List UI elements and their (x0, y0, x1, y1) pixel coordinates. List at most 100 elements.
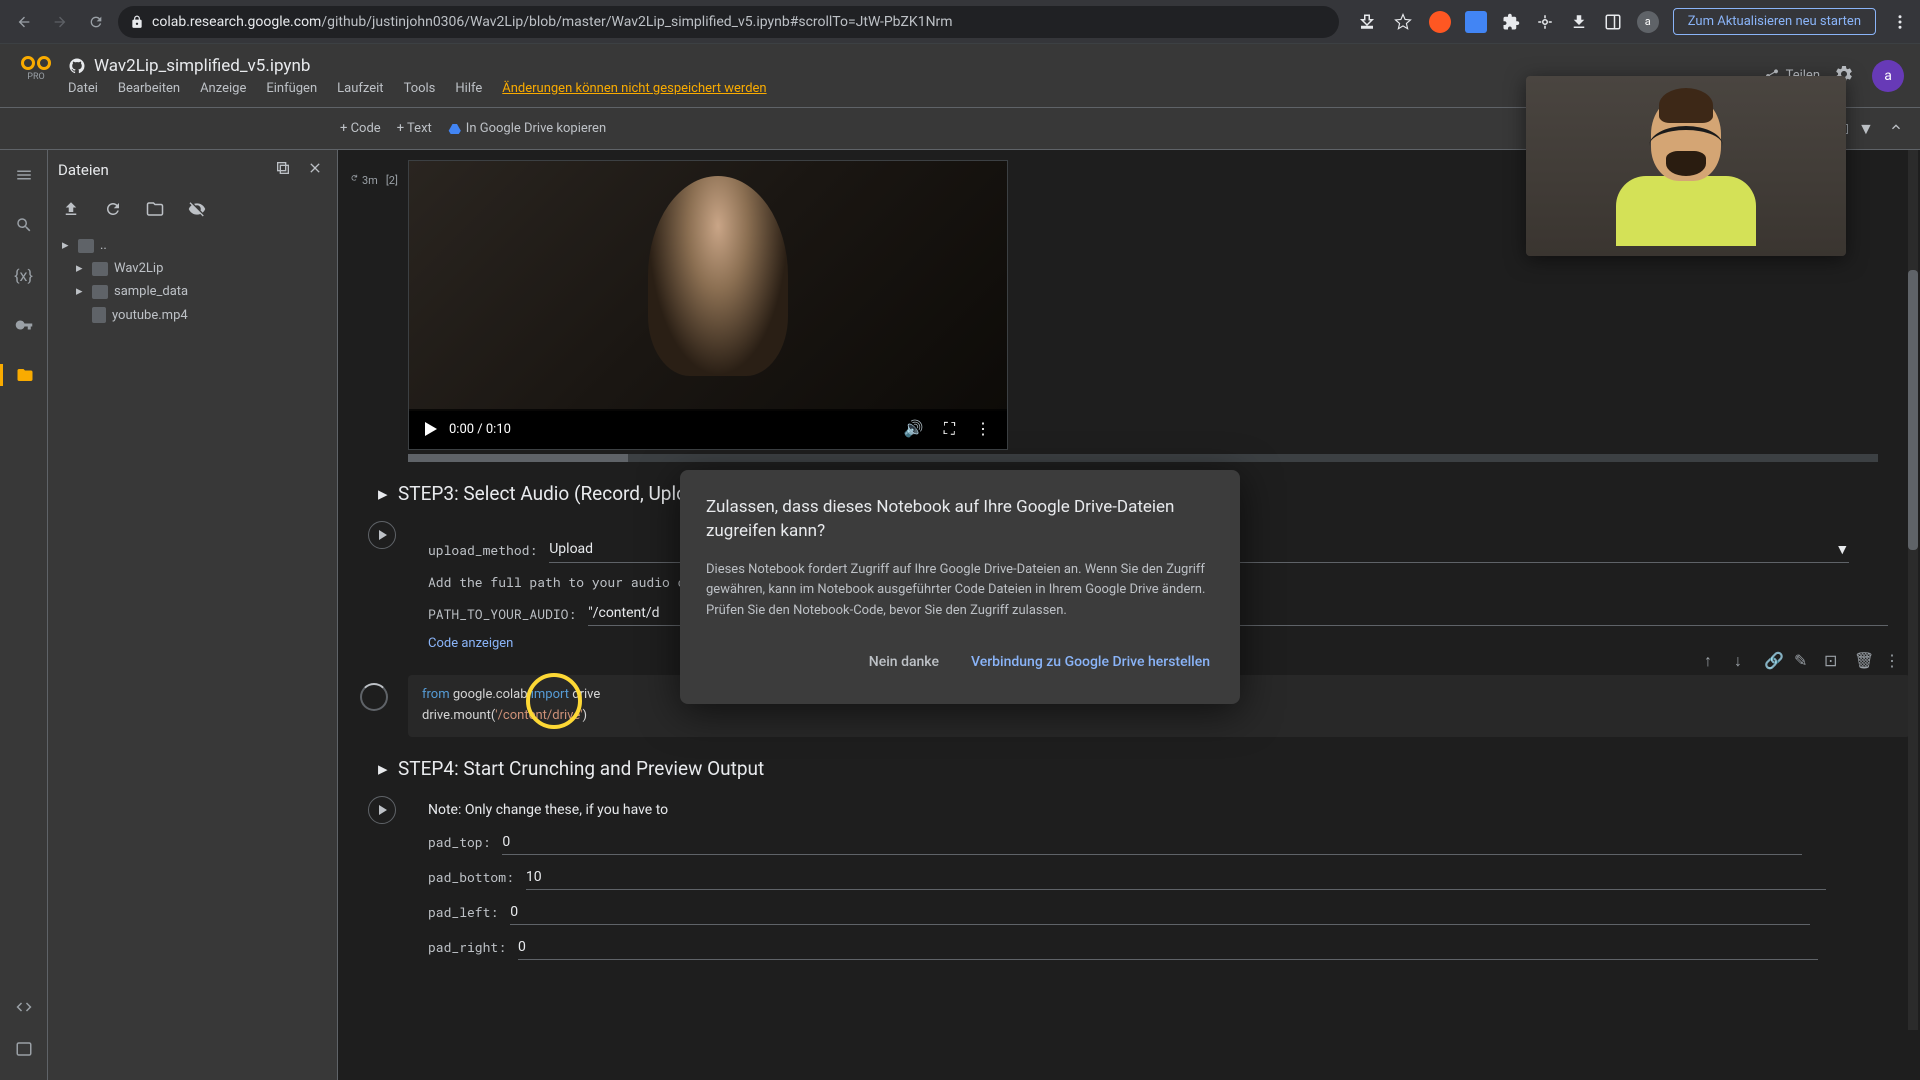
step4-form-cell: Note: Only change these, if you have to … (408, 792, 1910, 980)
profile-avatar[interactable]: a (1637, 11, 1659, 33)
tree-folder-wav2lip[interactable]: ▸Wav2Lip (58, 257, 327, 280)
pad-left-label: pad_left: (428, 903, 498, 921)
user-avatar[interactable]: a (1872, 60, 1904, 92)
step4-note: Note: Only change these, if you have to (428, 802, 1890, 818)
save-warning[interactable]: Änderungen können nicht gespeichert werd… (502, 81, 766, 96)
file-panel: Dateien ▸.. ▸Wav2Lip ▸sample_data youtub… (48, 150, 338, 1080)
url-domain: colab.research.google.com (152, 14, 321, 30)
run-button-step4[interactable] (368, 796, 396, 824)
runtime-menu[interactable]: ▼ (1858, 119, 1878, 139)
github-icon (68, 57, 86, 75)
terminal-icon[interactable] (13, 1038, 35, 1060)
modal-body: Dieses Notebook fordert Zugriff auf Ihre… (706, 560, 1214, 622)
upload-method-label: upload_method: (428, 541, 537, 559)
refresh-icon[interactable] (104, 200, 124, 220)
tree-folder-sample[interactable]: ▸sample_data (58, 280, 327, 303)
chrome-actions: a Zum Aktualisieren neu starten (1357, 8, 1910, 35)
pad-right-label: pad_right: (428, 938, 506, 956)
menu-einfugen[interactable]: Einfügen (266, 81, 317, 96)
modal-title: Zulassen, dass dieses Notebook auf Ihre … (706, 496, 1214, 544)
files-rail-icon[interactable] (0, 364, 47, 386)
browser-chrome: colab.research.google.com/github/justinj… (0, 0, 1920, 44)
edit-icon[interactable]: ✎ (1794, 651, 1810, 667)
file-tree: ▸.. ▸Wav2Lip ▸sample_data youtube.mp4 (58, 234, 327, 327)
drive-icon (448, 122, 462, 136)
upload-icon[interactable] (62, 200, 82, 220)
modal-allow-button[interactable]: Verbindung zu Google Drive herstellen (967, 646, 1214, 678)
move-up-icon[interactable]: ↑ (1704, 651, 1720, 667)
run-button-drive[interactable] (360, 683, 388, 711)
cell-toolbar: ↑ ↓ 🔗 ✎ ⊡ 🗑 ⋮ (1704, 651, 1900, 667)
add-text-button[interactable]: + Text (397, 121, 432, 136)
drive-permission-modal: Zulassen, dass dieses Notebook auf Ihre … (680, 470, 1240, 704)
extensions-icon[interactable] (1501, 12, 1521, 32)
volume-icon[interactable]: 🔊 (904, 419, 924, 439)
bookmark-icon[interactable] (1391, 10, 1415, 34)
extension-2-icon[interactable] (1465, 11, 1487, 33)
cell-horizontal-scroll[interactable] (408, 454, 1878, 462)
tree-root[interactable]: ▸.. (58, 234, 327, 257)
notebook-title[interactable]: Wav2Lip_simplified_v5.ipynb (94, 56, 310, 76)
pad-left-input[interactable]: 0 (510, 900, 1810, 925)
close-icon[interactable] (307, 160, 327, 180)
extension-1-icon[interactable] (1429, 11, 1451, 33)
modal-deny-button[interactable]: Nein danke (865, 646, 943, 678)
colab-logo[interactable]: PRO (16, 56, 56, 96)
code-snippets-icon[interactable] (13, 996, 35, 1018)
play-icon[interactable] (425, 422, 437, 436)
video-time: 0:00 / 0:10 (449, 422, 511, 437)
link-icon[interactable]: 🔗 (1764, 651, 1780, 667)
copy-to-drive-button[interactable]: In Google Drive kopieren (448, 121, 606, 136)
file-panel-title: Dateien (58, 161, 109, 179)
audio-path-label: PATH_TO_YOUR_AUDIO: (428, 605, 576, 623)
collapse-toolbar[interactable] (1888, 119, 1908, 139)
forward-button[interactable] (46, 8, 74, 36)
pad-bottom-label: pad_bottom: (428, 868, 514, 886)
url-path: /github/justinjohn0306/Wav2Lip/blob/mast… (321, 14, 952, 30)
step4-header[interactable]: ▸ STEP4: Start Crunching and Preview Out… (378, 757, 1910, 780)
address-bar[interactable]: colab.research.google.com/github/justinj… (118, 6, 1339, 38)
pad-top-label: pad_top: (428, 833, 490, 851)
cell-menu-icon[interactable]: ⋮ (1884, 651, 1900, 667)
lock-icon (130, 15, 144, 29)
move-down-icon[interactable]: ↓ (1734, 651, 1750, 667)
pad-top-input[interactable]: 0 (502, 830, 1802, 855)
menu-anzeige[interactable]: Anzeige (200, 81, 246, 96)
toc-icon[interactable] (13, 164, 35, 186)
hidden-icon[interactable] (188, 200, 208, 220)
add-code-button[interactable]: + Code (340, 121, 381, 136)
install-icon[interactable] (1357, 12, 1377, 32)
pad-bottom-input[interactable]: 10 (526, 865, 1826, 890)
menu-bearbeiten[interactable]: Bearbeiten (118, 81, 180, 96)
video-menu-icon[interactable]: ⋮ (975, 419, 991, 439)
new-tab-icon[interactable] (275, 160, 295, 180)
left-rail: {x} (0, 150, 48, 1080)
chrome-menu-icon[interactable] (1890, 12, 1910, 32)
menu-datei[interactable]: Datei (68, 81, 98, 96)
content-scrollbar[interactable] (1908, 150, 1918, 1030)
pro-badge: PRO (27, 72, 44, 82)
video-player[interactable]: 0:00 / 0:10 🔊 ⛶ ⋮ (408, 160, 1008, 450)
tree-file-youtube[interactable]: youtube.mp4 (58, 303, 327, 327)
sidepanel-icon[interactable] (1603, 12, 1623, 32)
cell-exec-info: ↻ 3m [2] (348, 174, 398, 187)
fullscreen-icon[interactable]: ⛶ (944, 419, 955, 439)
mount-drive-icon[interactable] (146, 200, 166, 220)
reload-button[interactable] (82, 8, 110, 36)
secrets-icon[interactable] (13, 314, 35, 336)
run-button-step3[interactable] (368, 521, 396, 549)
lens-icon[interactable] (1535, 12, 1555, 32)
delete-icon[interactable]: 🗑 (1854, 651, 1870, 667)
menu-bar: Datei Bearbeiten Anzeige Einfügen Laufze… (68, 81, 767, 96)
menu-tools[interactable]: Tools (404, 81, 436, 96)
reflect-icon[interactable]: ⊡ (1824, 651, 1840, 667)
search-rail-icon[interactable] (13, 214, 35, 236)
variables-icon[interactable]: {x} (13, 264, 35, 286)
download-icon[interactable] (1569, 12, 1589, 32)
back-button[interactable] (10, 8, 38, 36)
menu-hilfe[interactable]: Hilfe (455, 81, 482, 96)
webcam-overlay (1526, 76, 1846, 256)
pad-right-input[interactable]: 0 (518, 935, 1818, 960)
menu-laufzeit[interactable]: Laufzeit (337, 81, 383, 96)
relaunch-button[interactable]: Zum Aktualisieren neu starten (1673, 8, 1876, 35)
